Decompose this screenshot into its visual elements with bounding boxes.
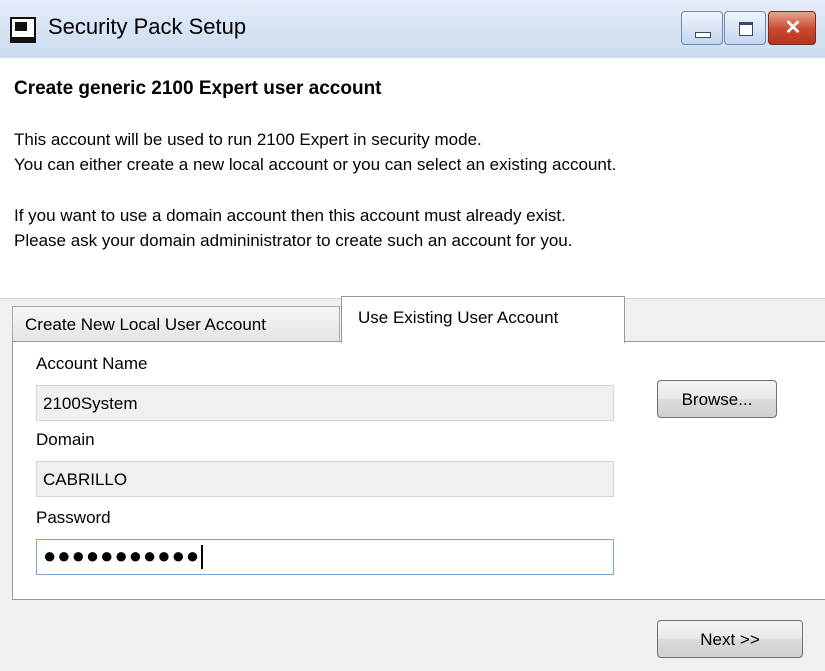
password-masked-value: ●●●●●●●●●●● xyxy=(43,543,201,568)
tab-use-existing-user-account[interactable]: Use Existing User Account xyxy=(341,296,625,343)
setup-app-icon xyxy=(10,17,36,43)
tab-create-new-local-user-account[interactable]: Create New Local User Account xyxy=(12,306,340,342)
header-panel: Create generic 2100 Expert user account … xyxy=(0,58,825,299)
setup-window: Security Pack Setup ✕ Create generic 210… xyxy=(0,0,825,671)
page-heading: Create generic 2100 Expert user account xyxy=(14,78,382,99)
title-bar[interactable]: Security Pack Setup ✕ xyxy=(0,0,825,58)
password-field[interactable]: ●●●●●●●●●●● xyxy=(36,539,614,575)
account-name-field[interactable]: 2100System xyxy=(36,385,614,421)
maximize-button[interactable] xyxy=(724,11,766,45)
description-line-3: If you want to use a domain account then… xyxy=(14,206,566,225)
account-name-label: Account Name xyxy=(36,354,148,373)
text-caret xyxy=(201,545,204,570)
close-button[interactable]: ✕ xyxy=(768,11,816,45)
close-icon: ✕ xyxy=(784,17,802,39)
next-button[interactable]: Next >> xyxy=(657,620,803,658)
browse-button[interactable]: Browse... xyxy=(657,380,777,418)
maximize-icon xyxy=(739,22,753,36)
domain-field[interactable]: CABRILLO xyxy=(36,461,614,497)
domain-label: Domain xyxy=(36,430,95,449)
minimize-button[interactable] xyxy=(681,11,723,45)
description-line-1: This account will be used to run 2100 Ex… xyxy=(14,130,482,149)
description-line-4: Please ask your domain admininistrator t… xyxy=(14,231,573,250)
password-label: Password xyxy=(36,508,111,527)
window-title: Security Pack Setup xyxy=(48,14,247,39)
minimize-icon xyxy=(695,32,711,38)
description-line-2: You can either create a new local accoun… xyxy=(14,155,617,174)
